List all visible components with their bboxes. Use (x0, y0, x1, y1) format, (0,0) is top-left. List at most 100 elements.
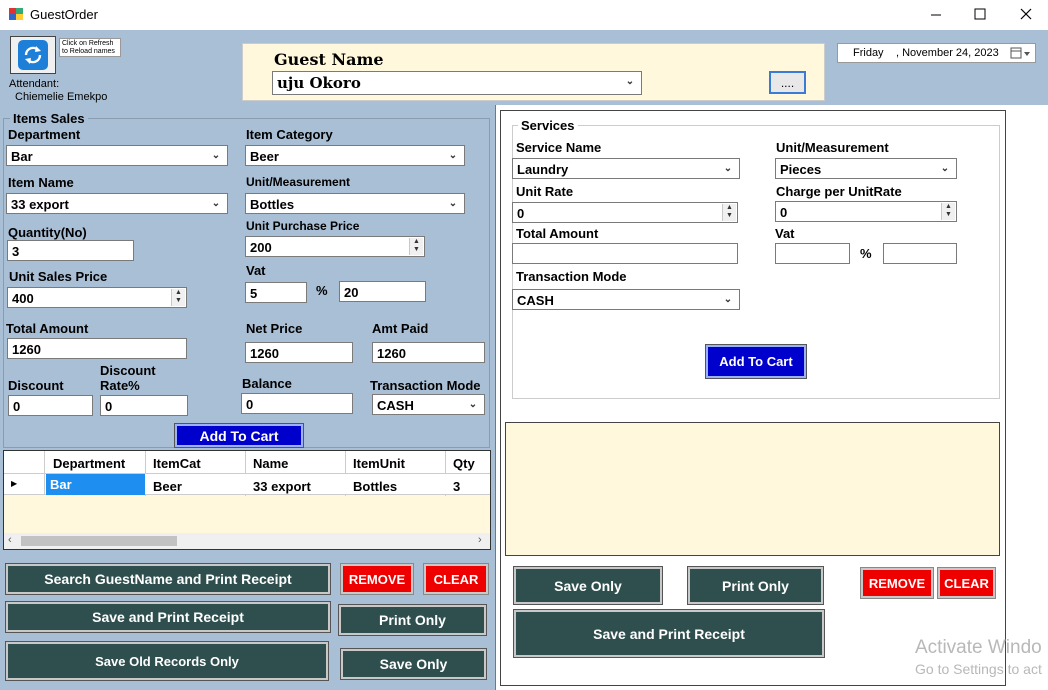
service-name-label: Service Name (516, 140, 602, 155)
net-price-field[interactable]: 1260 (245, 342, 353, 363)
scroll-right-icon[interactable]: › (478, 534, 482, 546)
amt-paid-field[interactable]: 1260 (372, 342, 485, 363)
remove-label: REMOVE (868, 575, 926, 591)
service-name-select[interactable]: Laundry ⌄ (512, 158, 740, 179)
department-select[interactable]: Bar ⌄ (6, 145, 228, 166)
grid-column-header[interactable]: Department (49, 454, 145, 473)
transaction-mode-select[interactable]: CASH ⌄ (372, 394, 485, 415)
items-grid[interactable]: Department ItemCat Name ItemUnit Qty ▶ B… (3, 450, 491, 550)
service-vat-field[interactable] (775, 243, 850, 264)
vat-amount-field[interactable]: 20 (339, 281, 426, 302)
service-vat-percent-sign: % (860, 246, 872, 261)
purchase-price-stepper[interactable]: 200 ▲ ▼ (245, 236, 425, 257)
charge-rate-stepper[interactable]: 0 ▲ ▼ (775, 201, 957, 222)
total-amount-field[interactable]: 1260 (7, 338, 187, 359)
save-only-label: Save Only (554, 577, 622, 594)
grid-cell-department[interactable]: Bar (46, 474, 145, 495)
discount-rate-field[interactable]: 0 (100, 395, 188, 416)
grid-row-header-corner (4, 451, 45, 474)
grid-column-header[interactable]: Qty (449, 454, 489, 473)
calendar-icon[interactable] (1010, 47, 1032, 60)
items-save-only-button[interactable]: Save Only (340, 648, 487, 680)
items-print-only-button[interactable]: Print Only (338, 604, 487, 636)
services-remove-button[interactable]: REMOVE (860, 567, 934, 599)
dots-label: .... (780, 75, 795, 90)
guest-name-value: uju Okoro (277, 74, 361, 92)
maximize-icon[interactable] (972, 6, 988, 22)
scrollbar-thumb[interactable] (21, 536, 177, 546)
close-icon[interactable] (1018, 6, 1034, 22)
discount-rate-label: Discount Rate% (100, 363, 156, 393)
services-save-only-button[interactable]: Save Only (513, 566, 663, 605)
vat-label: Vat (246, 263, 266, 278)
activation-watermark-subtitle: Go to Settings to act (915, 661, 1042, 677)
items-remove-button[interactable]: REMOVE (340, 563, 414, 595)
grid-cell-qty[interactable]: 3 (449, 477, 489, 496)
services-clear-button[interactable]: CLEAR (937, 567, 996, 599)
attendant-name: Chiemelie Emekpo (15, 91, 108, 103)
refresh-hint: Click on Refresh to Reload names (59, 38, 121, 57)
refresh-icon (18, 40, 48, 70)
horizontal-scrollbar[interactable]: ‹ › (4, 533, 490, 549)
spinner-arrows-icon[interactable]: ▲ ▼ (171, 289, 185, 306)
vat-field[interactable]: 5 (245, 282, 307, 303)
save-old-records-button[interactable]: Save Old Records Only (5, 641, 329, 681)
grid-cell-name[interactable]: 33 export (249, 477, 345, 496)
service-vat-amount-field[interactable] (883, 243, 957, 264)
services-add-to-cart-button[interactable]: Add To Cart (705, 344, 807, 379)
minimize-icon[interactable] (928, 6, 944, 22)
services-cart-area[interactable] (505, 422, 1000, 556)
quantity-label: Quantity(No) (8, 225, 87, 240)
refresh-button[interactable] (10, 36, 56, 74)
service-mode-value: CASH (517, 293, 554, 308)
grid-column-header[interactable]: ItemCat (149, 454, 245, 473)
print-only-label: Print Only (722, 577, 789, 594)
category-select[interactable]: Beer ⌄ (245, 145, 465, 166)
chevron-down-icon: ⌄ (211, 198, 221, 209)
services-group-title: Services (518, 118, 578, 133)
table-row[interactable]: ▶ Bar Beer 33 export Bottles 3 (4, 474, 490, 495)
items-save-print-button[interactable]: Save and Print Receipt (5, 601, 331, 633)
spinner-arrows-icon[interactable]: ▲ ▼ (722, 204, 736, 221)
save-old-label: Save Old Records Only (95, 653, 239, 669)
chevron-down-icon: ⌄ (723, 294, 733, 305)
items-group-title: Items Sales (10, 111, 88, 126)
search-print-receipt-button[interactable]: Search GuestName and Print Receipt (5, 563, 331, 595)
grid-column-header[interactable]: ItemUnit (349, 454, 445, 473)
department-label: Department (8, 127, 81, 142)
save-print-label: Save and Print Receipt (92, 609, 244, 625)
chevron-down-icon: ⌄ (468, 399, 478, 410)
balance-field[interactable]: 0 (241, 393, 353, 414)
spinner-arrows-icon[interactable]: ▲ ▼ (409, 238, 423, 255)
grid-header-row: Department ItemCat Name ItemUnit Qty (4, 451, 490, 496)
unit-select[interactable]: Bottles ⌄ (245, 193, 465, 214)
unit-rate-stepper[interactable]: 0 ▲ ▼ (512, 202, 738, 223)
service-mode-select[interactable]: CASH ⌄ (512, 289, 740, 310)
chevron-down-icon: ⌄ (448, 150, 458, 161)
row-selector[interactable]: ▶ (4, 474, 45, 495)
date-picker[interactable]: Friday , November 24, 2023 (837, 43, 1036, 63)
service-total-field[interactable] (512, 243, 738, 264)
chevron-down-icon: ⌄ (625, 76, 635, 87)
quantity-field[interactable]: 3 (7, 240, 134, 261)
add-to-cart-label: Add To Cart (199, 427, 279, 444)
guest-dots-button[interactable]: .... (769, 71, 806, 94)
service-unit-select[interactable]: Pieces ⌄ (775, 158, 957, 179)
item-name-select[interactable]: 33 export ⌄ (6, 193, 228, 214)
chevron-down-icon: ⌄ (211, 150, 221, 161)
items-add-to-cart-button[interactable]: Add To Cart (174, 423, 304, 448)
spinner-arrows-icon[interactable]: ▲ ▼ (941, 203, 955, 220)
discount-field[interactable]: 0 (8, 395, 93, 416)
grid-column-header[interactable]: Name (249, 454, 345, 473)
net-price-value: 1260 (250, 346, 279, 361)
scroll-left-icon[interactable]: ‹ (8, 534, 12, 546)
grid-cell-itemunit[interactable]: Bottles (349, 477, 445, 496)
services-save-print-button[interactable]: Save and Print Receipt (513, 609, 825, 658)
sales-price-stepper[interactable]: 400 ▲ ▼ (7, 287, 187, 308)
items-clear-button[interactable]: CLEAR (423, 563, 489, 595)
guest-name-select[interactable]: uju Okoro ⌄ (272, 71, 642, 95)
service-vat-label: Vat (775, 226, 795, 241)
services-print-only-button[interactable]: Print Only (687, 566, 824, 605)
grid-cell-itemcat[interactable]: Beer (149, 477, 245, 496)
net-price-label: Net Price (246, 321, 303, 336)
